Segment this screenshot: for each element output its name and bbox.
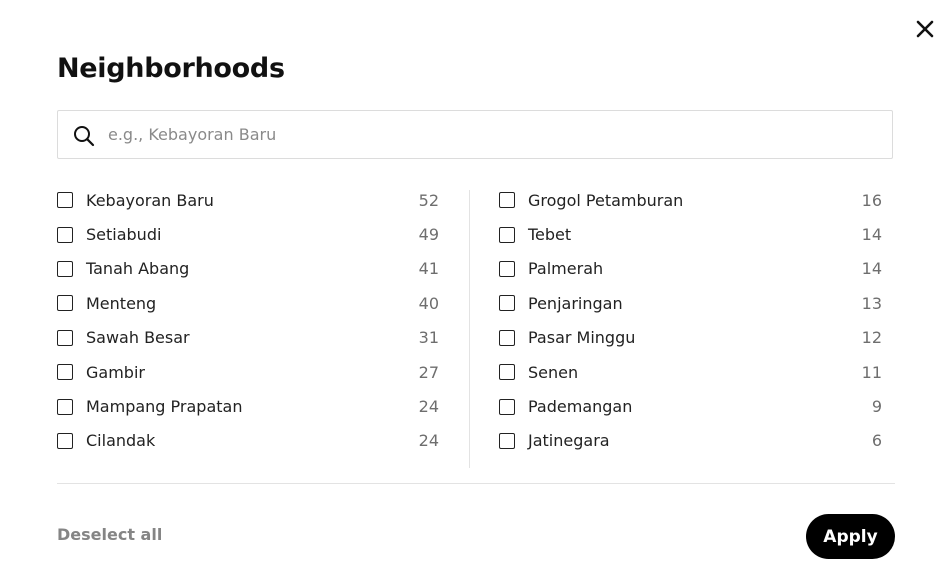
neighborhood-label: Cilandak (86, 431, 156, 451)
neighborhood-label: Palmerah (528, 259, 604, 279)
checkbox[interactable] (499, 295, 515, 312)
neighborhood-option[interactable]: Pademangan 9 (499, 389, 882, 423)
neighborhood-count: 12 (861, 328, 882, 348)
checkbox[interactable] (499, 192, 515, 209)
neighborhood-option[interactable]: Tebet 14 (499, 217, 882, 251)
checkbox[interactable] (57, 329, 73, 346)
neighborhood-count: 9 (871, 397, 882, 417)
neighborhood-label: Tanah Abang (86, 259, 190, 279)
checkbox[interactable] (499, 432, 515, 449)
checkbox[interactable] (57, 364, 73, 381)
neighborhood-option[interactable]: Senen 11 (499, 355, 882, 389)
neighborhood-count: 11 (861, 362, 882, 382)
deselect-all-button[interactable]: Deselect all (57, 524, 162, 546)
neighborhood-count: 16 (861, 190, 882, 210)
neighborhood-option[interactable]: Penjaringan 13 (499, 286, 882, 320)
neighborhood-option[interactable]: Mampang Prapatan 24 (57, 389, 439, 423)
neighborhood-option[interactable]: Setiabudi 49 (57, 217, 439, 251)
neighborhood-label: Kebayoran Baru (86, 190, 214, 210)
checkbox[interactable] (499, 398, 515, 415)
checkbox[interactable] (499, 260, 515, 277)
neighborhood-count: 13 (861, 293, 882, 313)
neighborhood-count: 24 (418, 397, 439, 417)
neighborhood-option[interactable]: Cilandak 24 (57, 424, 439, 458)
checkbox[interactable] (57, 226, 73, 243)
neighborhoods-dialog: Neighborhoods Kebayoran Baru 52 Setiabud… (0, 0, 948, 587)
neighborhood-label: Penjaringan (528, 293, 623, 313)
neighborhood-count: 6 (871, 431, 882, 451)
close-icon[interactable] (912, 16, 938, 42)
neighborhood-count: 14 (861, 225, 882, 245)
neighborhood-label: Grogol Petamburan (528, 190, 684, 210)
checkbox[interactable] (499, 364, 515, 381)
checkbox[interactable] (57, 295, 73, 312)
neighborhood-option[interactable]: Jatinegara 6 (499, 424, 882, 458)
neighborhood-list-right: Grogol Petamburan 16 Tebet 14 Palmerah 1… (499, 183, 882, 458)
footer-divider (57, 483, 895, 484)
column-divider (469, 190, 470, 468)
neighborhood-label: Tebet (528, 225, 572, 245)
checkbox[interactable] (499, 329, 515, 346)
neighborhood-count: 49 (418, 225, 439, 245)
neighborhood-label: Menteng (86, 293, 157, 313)
neighborhood-label: Setiabudi (86, 225, 162, 245)
search-box[interactable] (57, 110, 893, 159)
neighborhood-count: 40 (418, 293, 439, 313)
checkbox[interactable] (499, 226, 515, 243)
neighborhood-label: Pasar Minggu (528, 328, 636, 348)
neighborhood-label: Sawah Besar (86, 328, 190, 348)
neighborhood-label: Gambir (86, 362, 145, 382)
search-input[interactable] (108, 111, 878, 158)
neighborhood-option[interactable]: Gambir 27 (57, 355, 439, 389)
neighborhood-count: 24 (418, 431, 439, 451)
neighborhood-option[interactable]: Pasar Minggu 12 (499, 321, 882, 355)
search-icon (74, 126, 95, 147)
checkbox[interactable] (57, 398, 73, 415)
checkbox[interactable] (57, 192, 73, 209)
neighborhood-option[interactable]: Menteng 40 (57, 286, 439, 320)
neighborhood-label: Pademangan (528, 397, 633, 417)
neighborhood-list-left: Kebayoran Baru 52 Setiabudi 49 Tanah Aba… (57, 183, 439, 458)
neighborhood-option[interactable]: Kebayoran Baru 52 (57, 183, 439, 217)
checkbox[interactable] (57, 432, 73, 449)
neighborhood-option[interactable]: Tanah Abang 41 (57, 252, 439, 286)
neighborhood-label: Jatinegara (528, 431, 610, 451)
apply-button[interactable]: Apply (806, 514, 895, 559)
dialog-title: Neighborhoods (57, 53, 285, 84)
neighborhood-count: 41 (418, 259, 439, 279)
neighborhood-count: 14 (861, 259, 882, 279)
neighborhood-count: 27 (418, 362, 439, 382)
neighborhood-label: Senen (528, 362, 579, 382)
neighborhood-count: 31 (418, 328, 439, 348)
neighborhood-option[interactable]: Sawah Besar 31 (57, 321, 439, 355)
neighborhood-count: 52 (418, 190, 439, 210)
neighborhood-label: Mampang Prapatan (86, 397, 243, 417)
neighborhood-option[interactable]: Grogol Petamburan 16 (499, 183, 882, 217)
checkbox[interactable] (57, 260, 73, 277)
neighborhood-option[interactable]: Palmerah 14 (499, 252, 882, 286)
